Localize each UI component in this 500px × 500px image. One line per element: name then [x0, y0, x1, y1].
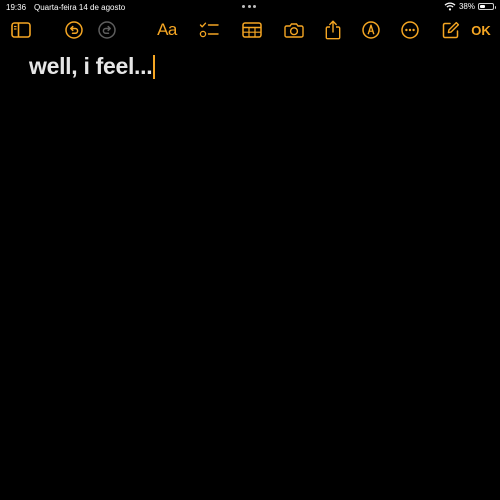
battery-fill — [480, 5, 485, 8]
sidebar-toggle-button[interactable] — [10, 17, 32, 43]
status-bar: 19:36 Quarta-feira 14 de agosto 38% — [0, 0, 500, 14]
note-editor[interactable]: well, i feel... — [0, 46, 500, 500]
more-icon — [401, 21, 419, 39]
text-caret — [153, 54, 156, 79]
battery-icon — [478, 3, 496, 10]
status-date: Quarta-feira 14 de agosto — [34, 3, 126, 12]
compose-icon — [442, 21, 460, 39]
camera-button[interactable] — [283, 17, 305, 43]
redo-icon — [98, 21, 116, 39]
ok-button[interactable]: OK — [468, 17, 494, 43]
format-button[interactable]: Aa — [154, 17, 180, 43]
more-button[interactable] — [400, 17, 420, 43]
checklist-icon — [199, 22, 219, 38]
sidebar-icon — [11, 22, 31, 38]
table-icon — [242, 22, 262, 38]
undo-button[interactable] — [64, 17, 84, 43]
table-button[interactable] — [241, 17, 263, 43]
checklist-button[interactable] — [198, 17, 220, 43]
compose-button[interactable] — [441, 17, 461, 43]
redo-button[interactable] — [97, 17, 117, 43]
status-indicators: 38% — [444, 2, 496, 11]
share-icon — [325, 20, 341, 40]
camera-icon — [284, 23, 304, 38]
wifi-icon — [444, 2, 456, 11]
markup-button[interactable] — [361, 17, 381, 43]
notes-toolbar: Aa OK — [0, 17, 500, 43]
ok-label: OK — [471, 22, 491, 38]
battery-percent: 38% — [458, 2, 475, 11]
share-button[interactable] — [323, 17, 343, 43]
multitasking-dots-icon[interactable] — [242, 5, 256, 8]
format-icon: Aa — [157, 20, 177, 39]
undo-icon — [65, 21, 83, 39]
markup-icon — [362, 21, 380, 39]
note-text: well, i feel... — [29, 53, 153, 79]
status-time: 19:36 — [6, 3, 27, 12]
note-title-line[interactable]: well, i feel... — [29, 53, 156, 80]
